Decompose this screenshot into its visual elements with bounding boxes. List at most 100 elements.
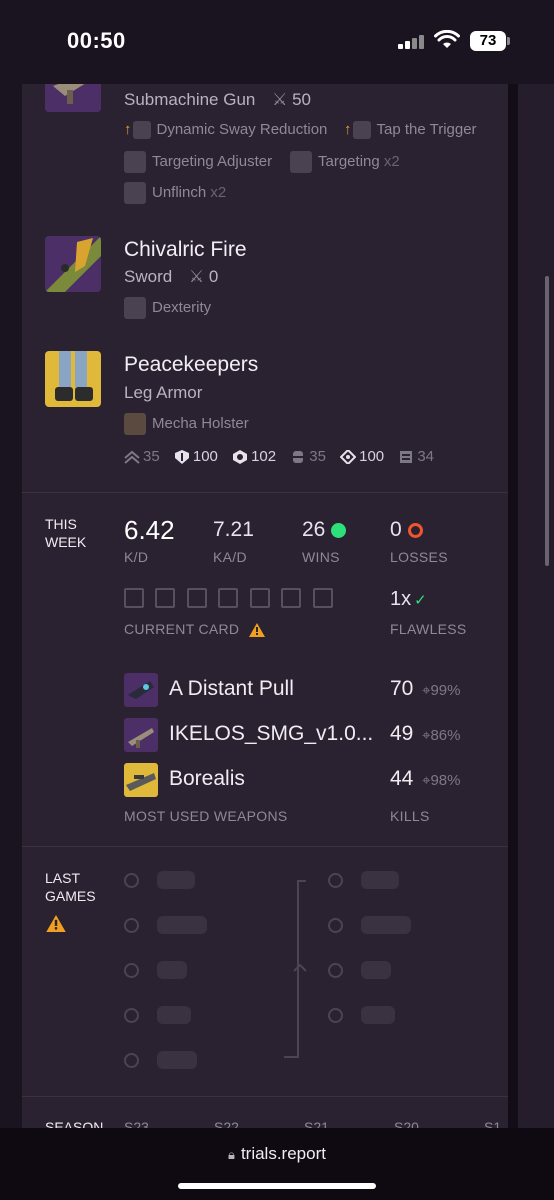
next-card-peek[interactable] (518, 84, 554, 1128)
game-placeholder-bar (361, 916, 411, 934)
game-placeholder-bar (157, 871, 195, 889)
strength-icon (398, 450, 414, 464)
home-indicator[interactable] (178, 1183, 376, 1189)
status-time: 00:50 (67, 28, 126, 53)
weapon-accuracy: ⌖86% (422, 727, 461, 744)
season-column[interactable]: S23 (124, 1119, 149, 1128)
status-bar: 00:50 73 (0, 0, 554, 84)
upgrade-arrow-icon: ↑ (344, 121, 352, 138)
lock-icon: 🔒︎ (228, 1147, 235, 1162)
sword-item-icon[interactable] (45, 236, 101, 292)
battery-tip (507, 37, 510, 45)
last-games-card: LAST GAMES (22, 846, 508, 1096)
item-name[interactable]: Chivalric Fire (124, 238, 247, 262)
game-placeholder-circle (124, 918, 139, 933)
weapon-icon[interactable] (124, 673, 158, 707)
game-placeholder-circle (124, 1053, 139, 1068)
kd-value: 6.42 (124, 515, 175, 545)
game-placeholder-bar (361, 871, 399, 889)
weapon-kills: 70 (390, 677, 414, 700)
weapon-name[interactable]: Borealis (169, 767, 245, 791)
weapon-kills: 44 (390, 767, 414, 790)
perk-icon (124, 182, 146, 204)
card-box (124, 588, 144, 608)
current-card-label: CURRENT CARD (124, 621, 265, 638)
win-dot-icon (331, 522, 347, 538)
current-card-boxes (124, 588, 344, 610)
game-placeholder-bar (157, 1051, 197, 1069)
season-column[interactable]: S1 (484, 1119, 501, 1128)
card-box (187, 588, 207, 608)
game-placeholder-bar (157, 916, 207, 934)
perk-icon (290, 151, 312, 173)
game-placeholder-circle (328, 1008, 343, 1023)
warning-icon[interactable] (248, 623, 265, 638)
resilience-icon (174, 450, 190, 465)
intellect-stat: 100 (339, 448, 384, 466)
weapon-name[interactable]: A Distant Pull (169, 677, 294, 701)
perk-item[interactable]: ↑ Dynamic Sway Reduction (124, 121, 327, 140)
resilience-stat: 100 (174, 448, 218, 465)
warning-icon[interactable] (46, 915, 66, 932)
losses-label: LOSSES (390, 549, 448, 565)
item-name[interactable]: Peacekeepers (124, 353, 258, 377)
card-box (250, 588, 270, 608)
season-label: SEASON (45, 1119, 104, 1128)
item-type: Sword ⚔ 0 (124, 267, 219, 286)
game-placeholder-circle (328, 873, 343, 888)
kad-label: KA/D (213, 549, 247, 565)
url-display[interactable]: 🔒︎ trials.report (0, 1144, 554, 1164)
game-placeholder-bar (157, 961, 187, 979)
loss-ring-icon (407, 522, 423, 538)
last-games-label: LAST GAMES (45, 870, 96, 904)
smg-item-icon[interactable] (45, 84, 101, 112)
kad-value: 7.21 (213, 518, 254, 541)
wifi-icon (434, 30, 460, 48)
game-placeholder-bar (361, 1006, 395, 1024)
wins-value: 26 (302, 518, 347, 542)
season-column[interactable]: S22 (214, 1119, 239, 1128)
perk-item[interactable]: Targeting x2 (290, 151, 400, 173)
card-box (155, 588, 175, 608)
card-box (313, 588, 333, 608)
perk-icon (124, 413, 146, 435)
season-card: SEASON S23 S22 S21 S20 S1 (22, 1096, 508, 1128)
game-placeholder-circle (328, 918, 343, 933)
discipline-stat: 35 (290, 448, 326, 465)
game-placeholder-bar (361, 961, 391, 979)
kd-label: K/D (124, 549, 149, 565)
weapon-icon[interactable] (124, 718, 158, 752)
weapon-icon[interactable] (124, 763, 158, 797)
season-column[interactable]: S20 (394, 1119, 419, 1128)
season-column[interactable]: S21 (304, 1119, 329, 1128)
perk-item[interactable]: Mecha Holster (124, 413, 249, 435)
flawless-value: 1x ✓ (390, 588, 427, 610)
checkmark-icon: ✓ (414, 592, 427, 609)
weapon-name[interactable]: IKELOS_SMG_v1.0... (169, 722, 373, 746)
armor-item-icon[interactable] (45, 351, 101, 407)
most-used-weapons-label: MOST USED WEAPONS (124, 808, 288, 824)
browser-address-bar[interactable]: 🔒︎ trials.report (0, 1128, 554, 1200)
kills-label: KILLS (390, 808, 430, 824)
perk-item[interactable]: ↑ Tap the Trigger (344, 121, 477, 140)
card-box (218, 588, 238, 608)
perk-item[interactable]: Dexterity (124, 297, 211, 319)
item-type: Leg Armor (124, 383, 203, 402)
page-content[interactable]: Submachine Gun ⚔ 50 ↑ Dynamic Sway Reduct… (0, 84, 554, 1128)
game-placeholder-circle (124, 963, 139, 978)
perk-item[interactable]: Targeting Adjuster (124, 151, 272, 173)
weapon-accuracy: ⌖98% (422, 772, 461, 789)
intellect-icon (339, 448, 357, 466)
perk-item[interactable]: Unflinch x2 (124, 182, 226, 204)
scrollbar[interactable] (545, 276, 549, 566)
card-box (281, 588, 301, 608)
wins-label: WINS (302, 549, 340, 565)
this-week-card: THIS WEEK 6.42 K/D 7.21 KA/D 26 WINS 0 L… (22, 492, 508, 846)
bracket-connector (284, 880, 307, 1058)
cellular-signal-icon (398, 35, 426, 49)
upgrade-arrow-icon: ↑ (124, 121, 132, 138)
item-type: Submachine Gun ⚔ 50 (124, 90, 312, 109)
discipline-icon (290, 450, 306, 464)
left-edge (0, 84, 22, 1128)
losses-value: 0 (390, 518, 423, 542)
